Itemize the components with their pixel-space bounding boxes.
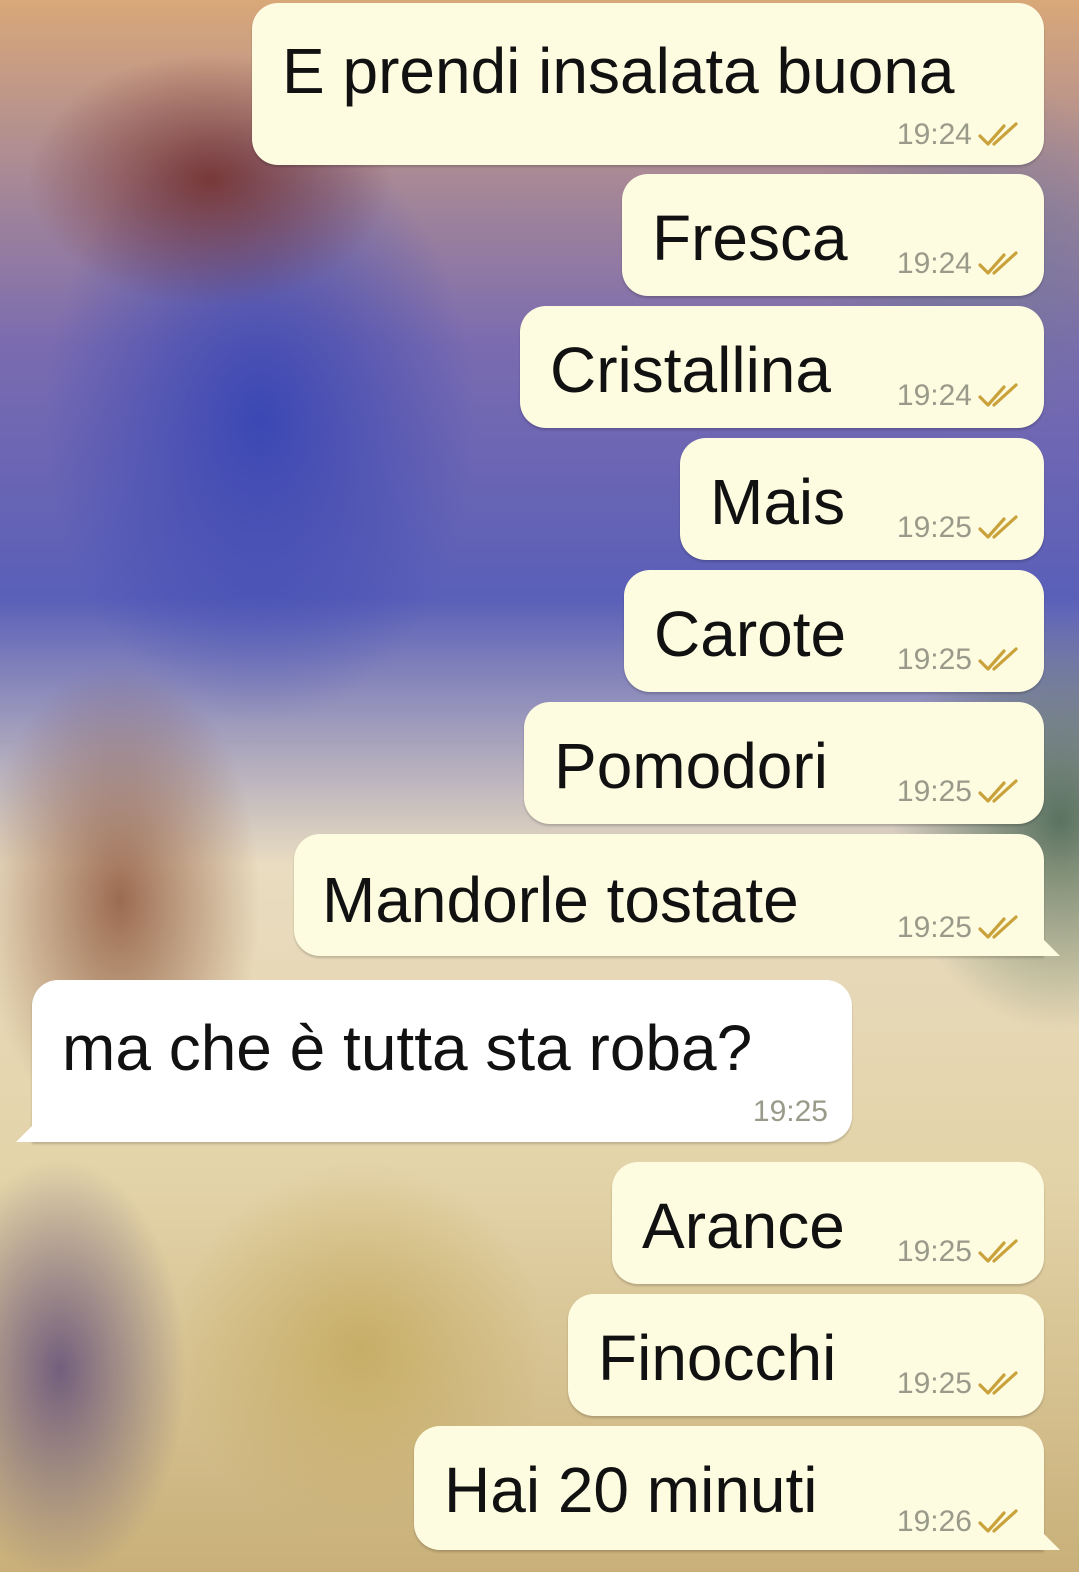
- double-check-read-icon: [978, 251, 1018, 275]
- message-text: ma che è tutta sta roba?: [62, 1012, 753, 1084]
- message-meta: 19:24: [897, 119, 1024, 151]
- message-time: 19:25: [896, 1235, 972, 1268]
- message-text: Mais: [710, 466, 846, 538]
- message-bubble-outgoing[interactable]: Mais 19:25: [680, 438, 1044, 560]
- message-text: Pomodori: [554, 730, 828, 802]
- message-text: Fresca: [652, 202, 848, 274]
- message-meta: 19:25: [897, 776, 1024, 808]
- message-bubble-outgoing[interactable]: Mandorle tostate 19:25: [294, 834, 1060, 956]
- message-text: Finocchi: [598, 1322, 837, 1394]
- message-time: 19:25: [896, 911, 972, 944]
- message-time: 19:24: [896, 247, 972, 280]
- message-meta: 19:24: [897, 248, 1024, 280]
- message-text: Carote: [654, 598, 847, 670]
- message-meta: 19:25: [753, 1096, 828, 1128]
- message-meta: 19:24: [897, 380, 1024, 412]
- message-time: 19:25: [896, 511, 972, 544]
- bubble-tail: [16, 1120, 38, 1142]
- chat-area[interactable]: E prendi insalata buona 19:24 Fresca 19:…: [0, 0, 1079, 1572]
- bubble-tail: [1038, 934, 1060, 956]
- message-meta: 19:25: [897, 1236, 1024, 1268]
- double-check-read-icon: [978, 1371, 1018, 1395]
- message-bubble-incoming[interactable]: ma che è tutta sta roba? 19:25: [16, 980, 852, 1142]
- message-bubble-outgoing[interactable]: E prendi insalata buona 19:24: [252, 3, 1044, 165]
- bubble-tail: [1038, 1528, 1060, 1550]
- message-bubble-outgoing[interactable]: Hai 20 minuti 19:26: [414, 1426, 1060, 1550]
- message-meta: 19:26: [897, 1506, 1024, 1538]
- message-meta: 19:25: [897, 912, 1024, 944]
- double-check-read-icon: [978, 1239, 1018, 1263]
- message-time: 19:24: [896, 118, 972, 151]
- message-text: Cristallina: [550, 334, 831, 406]
- message-time: 19:26: [896, 1505, 972, 1538]
- message-time: 19:25: [896, 775, 972, 808]
- double-check-read-icon: [978, 779, 1018, 803]
- double-check-read-icon: [978, 122, 1018, 146]
- message-meta: 19:25: [897, 1368, 1024, 1400]
- double-check-read-icon: [978, 515, 1018, 539]
- double-check-read-icon: [978, 1509, 1018, 1533]
- message-text: Arance: [642, 1190, 845, 1262]
- message-meta: 19:25: [897, 512, 1024, 544]
- message-meta: 19:25: [897, 644, 1024, 676]
- message-bubble-outgoing[interactable]: Cristallina 19:24: [520, 306, 1044, 428]
- message-bubble-outgoing[interactable]: Pomodori 19:25: [524, 702, 1044, 824]
- message-text: Mandorle tostate: [322, 864, 799, 936]
- message-bubble-outgoing[interactable]: Finocchi 19:25: [568, 1294, 1044, 1416]
- message-time: 19:25: [752, 1095, 828, 1128]
- message-text: Hai 20 minuti: [444, 1454, 818, 1526]
- double-check-read-icon: [978, 383, 1018, 407]
- message-bubble-outgoing[interactable]: Arance 19:25: [612, 1162, 1044, 1284]
- message-time: 19:24: [896, 379, 972, 412]
- message-time: 19:25: [896, 1367, 972, 1400]
- message-bubble-outgoing[interactable]: Fresca 19:24: [622, 174, 1044, 296]
- message-bubble-outgoing[interactable]: Carote 19:25: [624, 570, 1044, 692]
- double-check-read-icon: [978, 915, 1018, 939]
- message-time: 19:25: [896, 643, 972, 676]
- message-text: E prendi insalata buona: [282, 35, 955, 107]
- double-check-read-icon: [978, 647, 1018, 671]
